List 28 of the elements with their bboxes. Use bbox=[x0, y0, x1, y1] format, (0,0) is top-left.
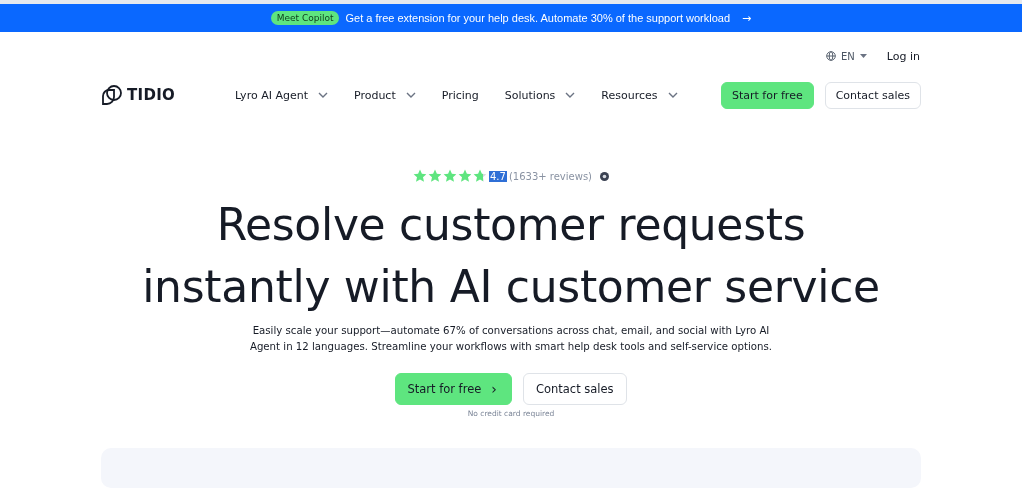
rating-score: 4.7 bbox=[489, 170, 507, 182]
nav-menu-item[interactable]: Lyro AI Agent bbox=[235, 88, 328, 102]
star-icon bbox=[473, 169, 487, 183]
star-icon bbox=[413, 169, 427, 183]
start-free-button[interactable]: Start for free bbox=[721, 81, 814, 109]
language-selector[interactable]: EN bbox=[826, 50, 867, 62]
review-site-icon bbox=[600, 171, 609, 181]
logo-text[interactable]: TIDIO bbox=[127, 86, 176, 104]
nav-menu-item[interactable]: Pricing bbox=[441, 88, 479, 102]
nav-menu-item[interactable]: Product bbox=[353, 88, 416, 102]
nav-menu-item[interactable]: Resources bbox=[601, 88, 678, 102]
star-icon bbox=[443, 169, 457, 183]
banner-text[interactable]: Get a free extension for your help desk. Automate 30% of the support workload bbox=[345, 12, 731, 24]
logo-icon[interactable] bbox=[101, 84, 123, 106]
nav-menu-item[interactable]: Solutions bbox=[504, 88, 576, 102]
star-icon bbox=[458, 169, 472, 183]
contact-sales-button[interactable]: Contact sales bbox=[522, 373, 627, 405]
review-count: (1633+ reviews) bbox=[508, 170, 592, 182]
star-icon bbox=[428, 169, 442, 183]
login-link[interactable]: Log in bbox=[886, 49, 920, 63]
hero-heading: Resolve customer requests instantly with AI customer service bbox=[142, 198, 880, 314]
contact-sales-button[interactable]: Contact sales bbox=[824, 81, 921, 109]
copilot-badge[interactable]: Meet Copilot bbox=[270, 11, 340, 25]
globe-icon bbox=[826, 51, 836, 61]
hero-description: Easily scale your support—automate 67% of conversations across chat, email, and social with Lyro AI Agent in 12 languages. Streamline your workflows with smart help desk tools and self-service options. bbox=[248, 324, 774, 354]
arrow-icon[interactable]: → bbox=[742, 11, 752, 25]
caret-icon bbox=[859, 54, 867, 58]
start-free-button[interactable]: Start for free › bbox=[395, 373, 512, 405]
